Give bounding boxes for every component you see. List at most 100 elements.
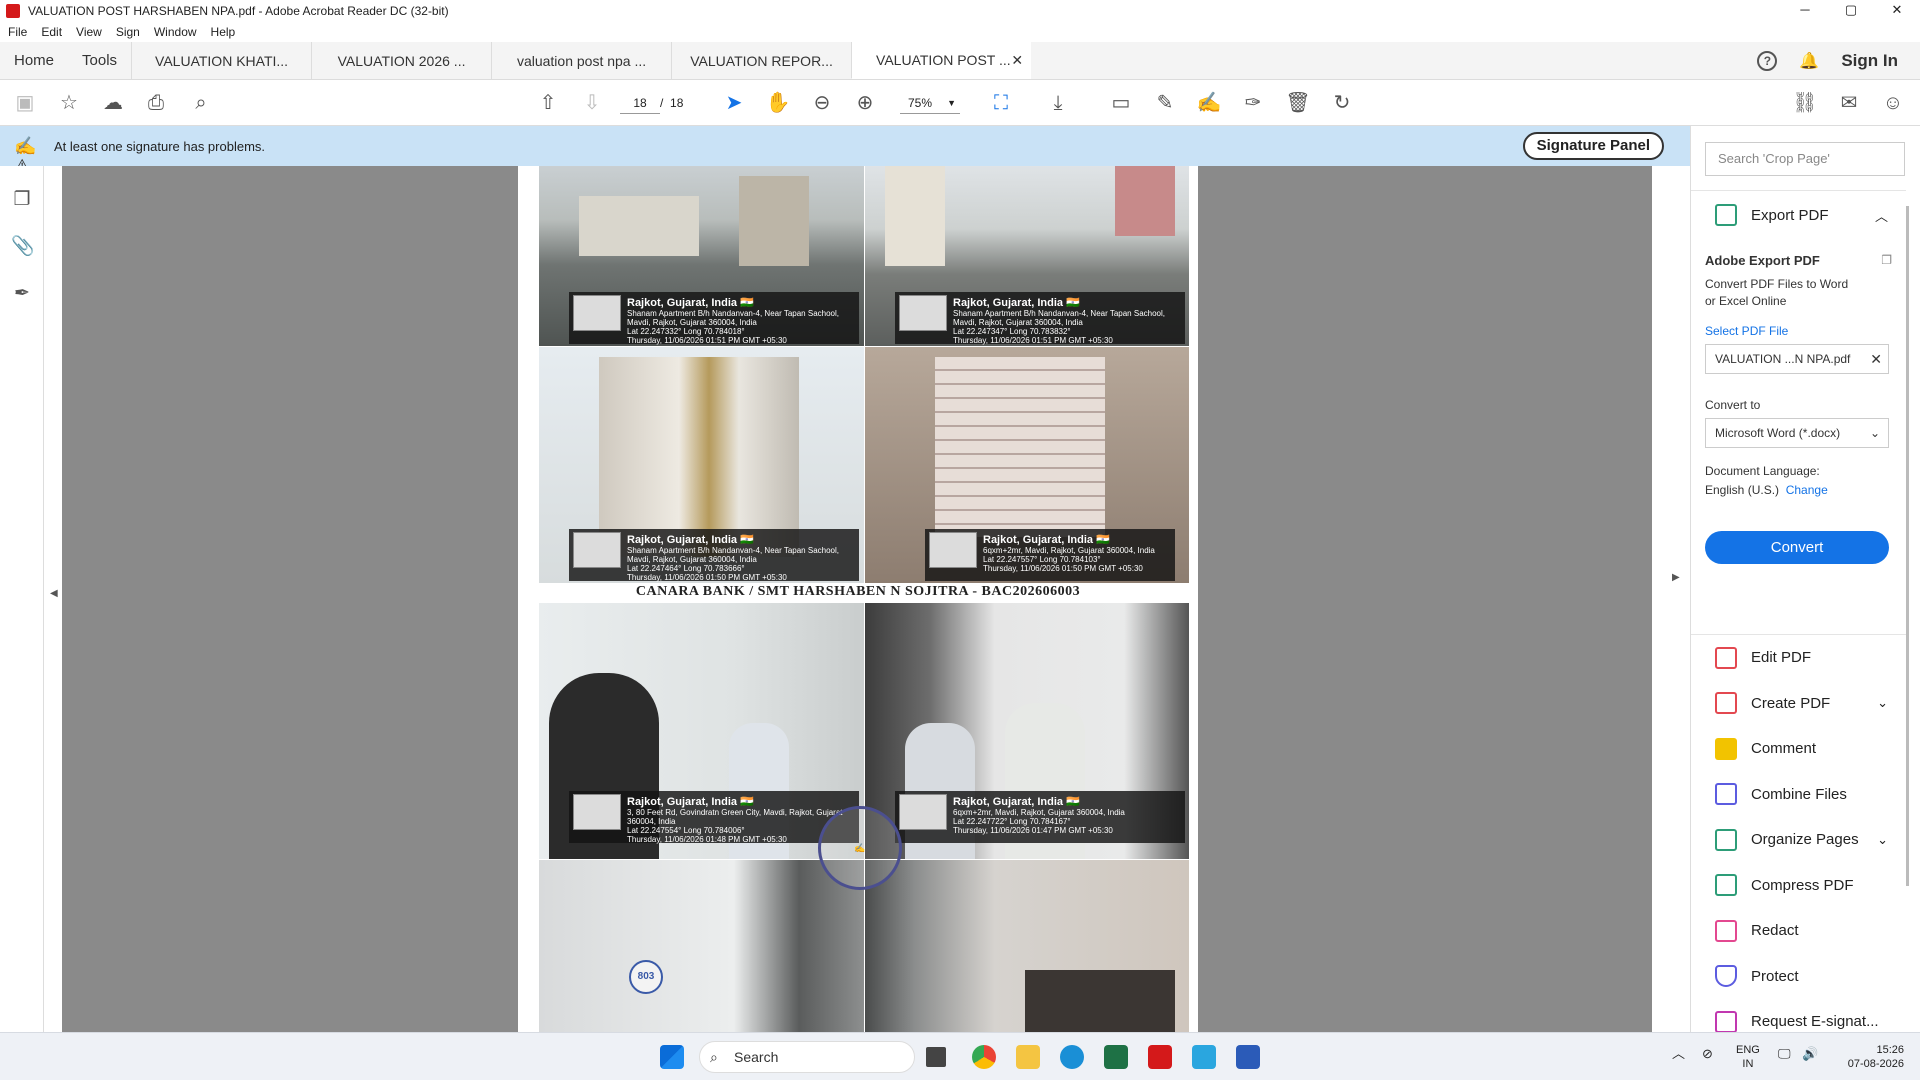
- document-language-label: Document Language:: [1705, 464, 1820, 478]
- page-number-input[interactable]: 18: [620, 92, 660, 114]
- sign-in-button[interactable]: Sign In: [1841, 51, 1898, 71]
- signature-panel-button[interactable]: Signature Panel: [1522, 132, 1664, 160]
- draw-icon[interactable]: ✍: [1196, 90, 1222, 116]
- close-window-button[interactable]: ✕: [1874, 0, 1920, 22]
- tool-label: Combine Files: [1751, 785, 1847, 803]
- task-view-icon[interactable]: [926, 1047, 946, 1067]
- tool-redact[interactable]: Redact: [1691, 908, 1906, 954]
- zoom-out-icon[interactable]: ⊖: [809, 90, 835, 116]
- attachments-icon[interactable]: 📎: [11, 234, 35, 257]
- left-panel-collapse[interactable]: ◀: [44, 166, 62, 1032]
- tab-tools[interactable]: Tools: [68, 42, 131, 79]
- scroll-mode-icon[interactable]: ⤓: [1045, 90, 1071, 116]
- hand-tool-icon[interactable]: ✋: [765, 90, 791, 116]
- share-link-icon[interactable]: ⛓: [1792, 90, 1818, 116]
- clock[interactable]: 15:26 07-08-2026: [1836, 1043, 1904, 1071]
- account-icon[interactable]: ☺: [1880, 90, 1906, 116]
- tool-label: Compress PDF: [1751, 876, 1854, 894]
- fill-sign-icon[interactable]: ✑: [1240, 90, 1266, 116]
- tool-protect[interactable]: Protect: [1691, 954, 1906, 1000]
- chevron-up-icon[interactable]: ︿: [1672, 1047, 1685, 1061]
- doc-tab[interactable]: VALUATION 2026 ...: [311, 42, 491, 79]
- email-icon[interactable]: ✉: [1836, 90, 1862, 116]
- map-thumbnail-icon: [573, 794, 621, 830]
- tools-search-input[interactable]: Search 'Crop Page': [1705, 142, 1905, 176]
- stamp-title: Rajkot, Gujarat, India 🇮🇳: [983, 534, 1110, 546]
- tool-combine-files[interactable]: Combine Files: [1691, 772, 1906, 818]
- convert-format-select[interactable]: Microsoft Word (*.docx) ⌄: [1705, 418, 1889, 448]
- tab-home[interactable]: Home: [0, 42, 68, 79]
- network-icon[interactable]: ⊘: [1702, 1047, 1713, 1061]
- windows-start-icon[interactable]: [660, 1045, 684, 1069]
- menu-sign[interactable]: Sign: [116, 25, 140, 39]
- file-explorer-icon[interactable]: [1016, 1045, 1040, 1069]
- selected-file-field[interactable]: VALUATION ...N NPA.pdf ✕: [1705, 344, 1889, 374]
- copy-icon[interactable]: ❐: [1881, 253, 1892, 267]
- doc-tab[interactable]: valuation post npa ...: [491, 42, 671, 79]
- menu-file[interactable]: File: [8, 25, 27, 39]
- store-app-icon[interactable]: [1192, 1045, 1216, 1069]
- save-icon[interactable]: ▣: [12, 90, 38, 116]
- right-panel-collapse[interactable]: ▶: [1652, 166, 1690, 1032]
- chevron-down-icon[interactable]: ⌄: [1877, 832, 1888, 848]
- notification-bell-icon[interactable]: 🔔: [1799, 51, 1819, 71]
- tool-organize-pages[interactable]: Organize Pages ⌄: [1691, 817, 1906, 863]
- search-icon[interactable]: ⌕: [188, 90, 214, 116]
- tool-compress-pdf[interactable]: Compress PDF: [1691, 863, 1906, 909]
- delete-icon[interactable]: 🗑: [1285, 90, 1311, 116]
- change-language-link[interactable]: Change: [1786, 483, 1828, 497]
- next-page-icon[interactable]: ⇩: [579, 90, 605, 116]
- select-pdf-file-link[interactable]: Select PDF File: [1705, 324, 1906, 338]
- display-icon[interactable]: 🖵: [1778, 1047, 1791, 1061]
- signatures-icon[interactable]: ✒: [11, 282, 33, 304]
- select-cursor-icon[interactable]: ➤: [721, 90, 747, 116]
- print-icon[interactable]: ⎙: [143, 90, 169, 116]
- doc-tab-label: valuation post npa ...: [516, 52, 647, 69]
- doc-tab[interactable]: VALUATION REPOR...: [671, 42, 851, 79]
- menu-view[interactable]: View: [76, 25, 102, 39]
- rotate-icon[interactable]: ↻: [1329, 90, 1355, 116]
- page-thumbnails-icon[interactable]: ❐: [11, 188, 33, 210]
- menu-help[interactable]: Help: [211, 25, 236, 39]
- maximize-button[interactable]: ▢: [1828, 0, 1874, 22]
- page-fit-icon[interactable]: ⛶: [988, 90, 1014, 116]
- cloud-upload-icon[interactable]: ☁: [100, 90, 126, 116]
- zoom-in-icon[interactable]: ⊕: [852, 90, 878, 116]
- highlight-pen-icon[interactable]: ✎: [1152, 90, 1178, 116]
- help-icon[interactable]: ?: [1757, 50, 1778, 71]
- doc-tab-active[interactable]: VALUATION POST ... ✕: [851, 42, 1032, 79]
- menu-bar: File Edit View Sign Window Help: [0, 22, 1920, 42]
- tool-edit-pdf[interactable]: Edit PDF: [1691, 635, 1906, 681]
- clear-file-icon[interactable]: ✕: [1870, 345, 1882, 373]
- document-viewer[interactable]: Rajkot, Gujarat, India 🇮🇳 Shanam Apartme…: [62, 166, 1652, 1032]
- previous-page-icon[interactable]: ⇧: [535, 90, 561, 116]
- tool-create-pdf[interactable]: Create PDF ⌄: [1691, 681, 1906, 727]
- language-indicator[interactable]: ENG IN: [1736, 1043, 1760, 1071]
- zoom-select[interactable]: 75% ▼: [900, 92, 960, 114]
- export-pdf-header[interactable]: Export PDF ︿: [1691, 191, 1906, 239]
- volume-icon[interactable]: 🔊: [1802, 1047, 1818, 1061]
- menu-edit[interactable]: Edit: [41, 25, 62, 39]
- doc-tab[interactable]: VALUATION KHATI...: [131, 42, 311, 79]
- bookmark-star-icon[interactable]: ☆: [56, 90, 82, 116]
- chevron-down-icon[interactable]: ⌄: [1877, 695, 1888, 711]
- tool-request-esign[interactable]: Request E-signat...: [1691, 999, 1906, 1032]
- tool-comment[interactable]: Comment: [1691, 726, 1906, 772]
- export-pdf-body: Adobe Export PDF ❐ Convert PDF Files to …: [1691, 253, 1906, 564]
- site-photo-inspection-1: Rajkot, Gujarat, India 🇮🇳 3, 80 Feet Rd,…: [539, 603, 864, 859]
- close-tab-icon[interactable]: ✕: [1011, 52, 1023, 69]
- taskbar-search-box[interactable]: ⌕ Search: [699, 1041, 915, 1073]
- comment-icon[interactable]: ▭: [1108, 90, 1134, 116]
- acrobat-taskbar-icon[interactable]: [1148, 1045, 1172, 1069]
- word-icon[interactable]: [1236, 1045, 1260, 1069]
- chrome-icon[interactable]: [972, 1045, 996, 1069]
- clock-date: 07-08-2026: [1847, 1058, 1904, 1070]
- furniture-shape: [1025, 970, 1175, 1032]
- minimize-button[interactable]: ─: [1782, 0, 1828, 22]
- excel-icon[interactable]: [1104, 1045, 1128, 1069]
- menu-window[interactable]: Window: [154, 25, 197, 39]
- convert-button[interactable]: Convert: [1705, 531, 1889, 564]
- tool-label: Edit PDF: [1751, 649, 1812, 667]
- edge-icon[interactable]: [1060, 1045, 1084, 1069]
- tools-pane-scrollbar[interactable]: [1906, 206, 1909, 886]
